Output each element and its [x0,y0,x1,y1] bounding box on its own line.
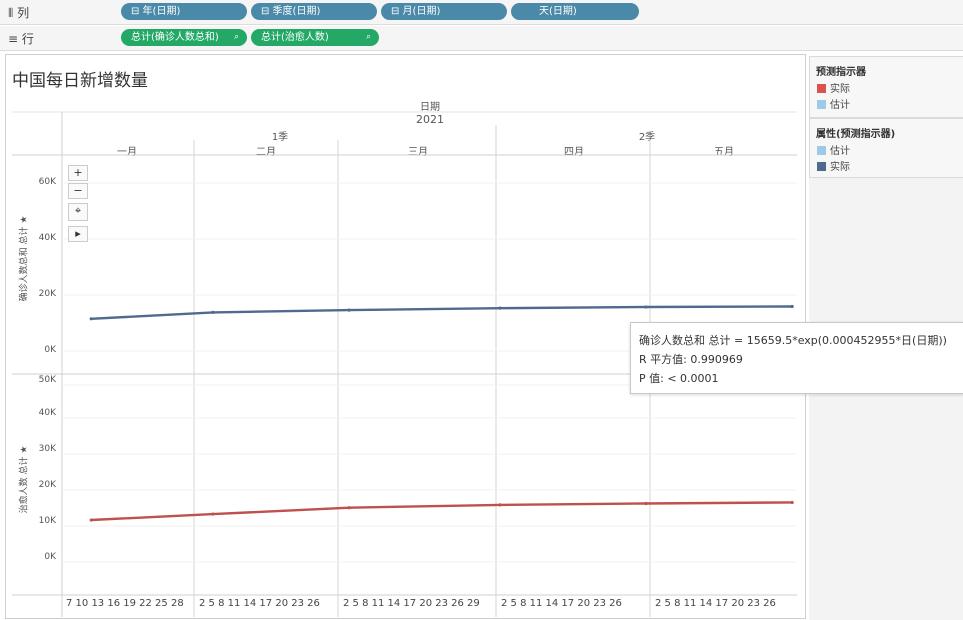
trend-icon: ⌕ [233,32,239,42]
sheet-title: 中国每日新增数量 [12,71,148,91]
month-header-feb: 二月 [256,147,276,158]
y-tick-bottom-20k: 20K [38,480,56,490]
pin-icon: ★ [19,445,30,454]
x-ticks-jan: 7 10 13 16 19 22 25 28 [66,598,184,609]
pill-year[interactable]: ⊟ 年(日期) [121,3,247,20]
month-header-apr: 四月 [564,147,584,158]
y-tick-bottom-10k: 10K [38,516,56,526]
month-header-jan: 一月 [117,147,137,158]
y-axis-title-bottom[interactable]: 治愈人数 总计 ★ [17,435,30,525]
year-header: 2021 [416,113,444,126]
quarter-header-1: 1季 [271,132,289,143]
reset-axes-icon[interactable]: ⌖ [68,203,88,221]
legend-title: 属性(预测指示器) [816,129,896,140]
rows-icon: ≡ [8,32,22,46]
color-swatch [817,146,826,155]
legend-item-actual[interactable]: 实际 [810,82,963,98]
pill-day[interactable]: 天(日期) [511,3,639,20]
y-tick-bottom-40k: 40K [38,408,56,418]
columns-shelf: ⦀ 列 ⊟ 年(日期) ⊟ 季度(日期) ⊟ 月(日期) 天(日期) [0,0,963,25]
x-ticks-feb: 2 5 8 11 14 17 20 23 26 [199,598,320,609]
trend-line-tooltip: 确诊人数总和 总计 = 15659.5*exp(0.000452955*日(日期… [630,322,963,394]
tooltip-r-squared: R 平方值: 0.990969 [639,353,743,366]
legend-item-actual[interactable]: 实际 [810,160,963,176]
legend-panel-bg [809,178,963,620]
rows-shelf-label: ≡ 行 [8,32,34,46]
legend-item-estimate[interactable]: 估计 [810,144,963,160]
pill-cured-label: 总计(治愈人数) [261,32,329,43]
y-tick-top-60k: 60K [38,177,56,187]
zoom-in-button[interactable]: + [68,165,88,181]
x-ticks-may: 2 5 8 11 14 17 20 23 26 [655,598,776,609]
pill-cured-total[interactable]: 总计(治愈人数) ⌕ [251,29,379,46]
legend-title: 预测指示器 [816,67,866,78]
pill-month[interactable]: ⊟ 月(日期) [381,3,507,20]
quarter-header-2: 2季 [638,132,656,143]
y-tick-bottom-50k: 50K [38,375,56,385]
month-header-mar: 三月 [408,147,428,158]
month-header-may: 五月 [714,147,734,158]
y-axis-title-top[interactable]: 确诊人数总和 总计 ★ [17,204,30,314]
columns-shelf-label: ⦀ 列 [8,6,30,20]
legend-attribute: 属性(预测指示器) 估计 实际 [809,118,963,178]
zoom-out-button[interactable]: − [68,183,88,199]
trend-icon: ⌕ [365,32,371,42]
pin-icon: ★ [19,215,30,224]
pill-quarter[interactable]: ⊟ 季度(日期) [251,3,377,20]
date-field-header: 日期 [420,102,440,113]
pan-play-icon[interactable]: ▸ [68,226,88,242]
tooltip-p-value: P 值: < 0.0001 [639,372,719,385]
y-tick-bottom-30k: 30K [38,444,56,454]
color-swatch [817,162,826,171]
columns-icon: ⦀ [8,6,18,20]
y-tick-top-0k: 0K [44,345,56,355]
rows-shelf: ≡ 行 总计(确诊人数总和) ⌕ 总计(治愈人数) ⌕ [0,26,963,51]
x-ticks-apr: 2 5 8 11 14 17 20 23 26 [501,598,622,609]
color-swatch [817,100,826,109]
legend-item-estimate[interactable]: 估计 [810,98,963,114]
tooltip-formula: 确诊人数总和 总计 = 15659.5*exp(0.000452955*日(日期… [639,334,947,347]
legend-forecast-indicator: 预测指示器 实际 估计 [809,56,963,118]
y-tick-top-20k: 20K [38,289,56,299]
y-tick-top-40k: 40K [38,233,56,243]
y-tick-bottom-0k: 0K [44,552,56,562]
pill-confirmed-total[interactable]: 总计(确诊人数总和) ⌕ [121,29,247,46]
color-swatch [817,84,826,93]
pill-confirmed-label: 总计(确诊人数总和) [131,32,219,43]
x-ticks-mar: 2 5 8 11 14 17 20 23 26 29 [343,598,480,609]
